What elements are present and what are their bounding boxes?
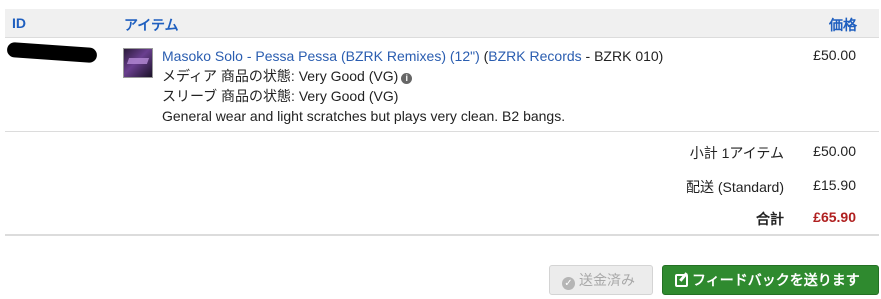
item-title-line: Masoko Solo - Pessa Pessa (BZRK Remixes)… [162,46,663,66]
label-open: ( [479,48,489,64]
redacted-id [6,41,98,64]
media-condition-text: メディア 商品の状態: Very Good (VG) [162,68,399,84]
header-id: ID [12,15,26,31]
check-circle-icon: ✓ [562,277,575,290]
catalog-number: - BZRK 010) [581,48,664,64]
table-header: ID アイテム 価格 [5,9,879,38]
header-item: アイテム [124,17,179,33]
subtotal-value: £50.00 [813,143,856,159]
send-feedback-button[interactable]: フィードバックを送ります [662,265,879,295]
send-feedback-label: フィードバックを送ります [692,272,860,288]
shipping-label: 配送 (Standard) [685,179,784,195]
sleeve-condition: スリーブ 商品の状態: Very Good (VG) [162,88,399,104]
label-link[interactable]: BZRK Records [488,48,581,64]
info-icon[interactable]: i [401,73,413,84]
total-value: £65.90 [813,209,856,225]
media-condition: メディア 商品の状態: Very Good (VG) i [162,66,663,86]
item-price: £50.00 [813,47,856,63]
subtotal-label: 小計 1アイテム [689,145,784,161]
item-description: Masoko Solo - Pessa Pessa (BZRK Remixes)… [162,46,663,126]
payment-sent-label: 送金済み [579,272,635,288]
seller-comment: General wear and light scratches but pla… [162,108,566,124]
order-totals: 小計 1アイテム £50.00 配送 (Standard) £15.90 合計 … [5,133,879,236]
edit-icon [675,274,688,287]
header-price: 価格 [829,17,857,33]
release-thumbnail[interactable] [123,48,153,78]
release-title-link[interactable]: Masoko Solo - Pessa Pessa (BZRK Remixes)… [162,48,480,64]
payment-sent-button[interactable]: ✓ 送金済み [549,265,653,295]
total-label: 合計 [756,211,784,227]
table-row: Masoko Solo - Pessa Pessa (BZRK Remixes)… [5,38,879,132]
shipping-value: £15.90 [813,177,856,193]
